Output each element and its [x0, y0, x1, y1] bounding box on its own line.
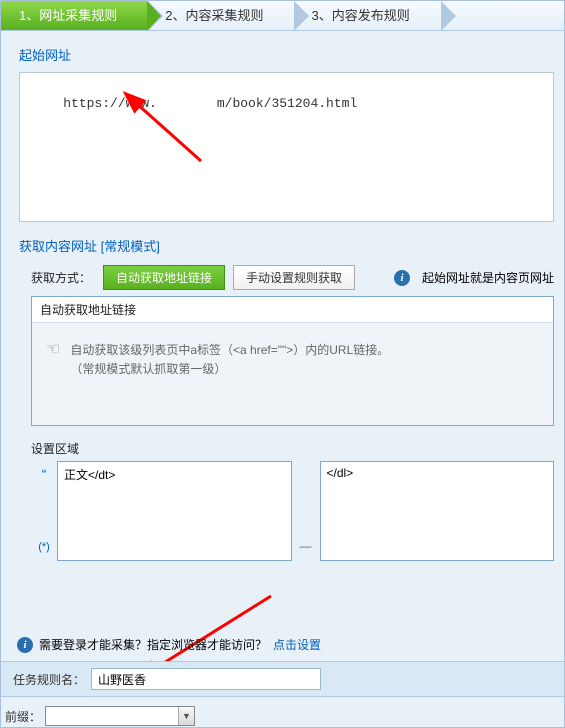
- auto-fetch-description: 自动获取该级列表页中a标签（<a href="">）内的URL链接。 （常规模式…: [70, 341, 389, 379]
- task-name-row: 任务规则名：: [1, 661, 564, 697]
- start-url-box[interactable]: https://www.m/book/351204.html: [19, 72, 554, 222]
- fetch-mode-label: 获取方式：: [31, 269, 91, 286]
- quote-marker: “: [42, 461, 47, 483]
- prefix-combobox[interactable]: ▼: [45, 706, 195, 726]
- auto-fetch-frame: 自动获取地址链接 ☜ 自动获取该级列表页中a标签（<a href="">）内的U…: [31, 296, 554, 426]
- prefix-label: 前缀：: [5, 708, 41, 725]
- start-url-title: 起始网址: [1, 31, 564, 68]
- settings-area-label: 设置区域: [31, 440, 554, 457]
- hand-icon: ☜: [46, 339, 60, 359]
- auto-fetch-button[interactable]: 自动获取地址链接: [103, 265, 225, 290]
- info-icon: i: [17, 637, 33, 653]
- wizard-tabs: 1、网址采集规则 2、内容采集规则 3、内容发布规则: [1, 1, 564, 31]
- settings-markers: “ (*): [31, 461, 57, 561]
- login-settings-link[interactable]: 点击设置: [273, 636, 321, 653]
- tab-publish-rules[interactable]: 3、内容发布规则: [293, 1, 439, 30]
- fetch-mode-row: 获取方式： 自动获取地址链接 手动设置规则获取 i 起始网址就是内容页网址: [1, 259, 564, 296]
- range-separator: —: [300, 461, 312, 561]
- info-icon: i: [394, 270, 410, 286]
- wildcard-marker: (*): [38, 483, 50, 561]
- chevron-down-icon[interactable]: ▼: [178, 707, 194, 725]
- range-end-textarea[interactable]: [320, 461, 555, 561]
- auto-fetch-frame-title: 自动获取地址链接: [32, 297, 553, 323]
- tab-content-rules[interactable]: 2、内容采集规则: [147, 1, 293, 30]
- manual-fetch-button[interactable]: 手动设置规则获取: [233, 265, 355, 290]
- login-required-row: i 需要登录才能采集？指定浏览器才能访问？ 点击设置: [17, 636, 321, 653]
- prefix-row: 前缀： ▼: [1, 705, 195, 727]
- range-start-textarea[interactable]: [57, 461, 292, 561]
- task-name-input[interactable]: [91, 668, 321, 690]
- login-required-text: 需要登录才能采集？指定浏览器才能访问？: [39, 636, 267, 653]
- tab-url-rules[interactable]: 1、网址采集规则: [1, 1, 147, 30]
- task-name-label: 任务规则名：: [13, 671, 85, 688]
- start-url-note: 起始网址就是内容页网址: [422, 269, 554, 286]
- start-url-text: https://www.m/book/351204.html: [32, 96, 357, 126]
- content-url-title: 获取内容网址 [常规模式]: [1, 222, 564, 259]
- settings-area: 设置区域 “ (*) —: [31, 440, 554, 561]
